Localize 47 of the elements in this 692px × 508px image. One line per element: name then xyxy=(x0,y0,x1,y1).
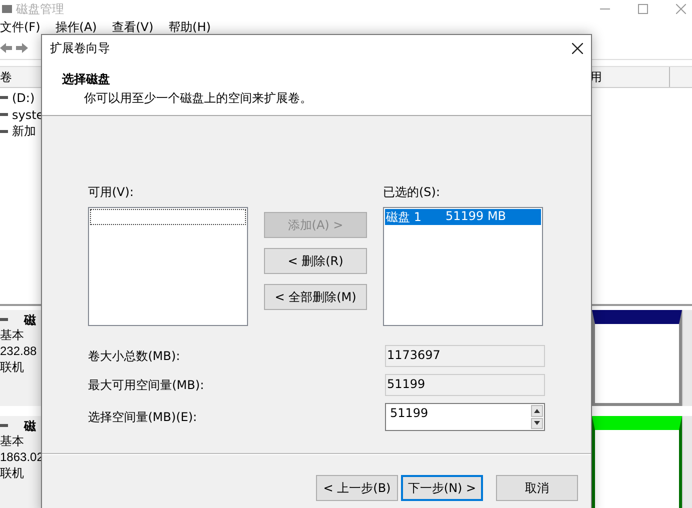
readonly-field: 1173697 xyxy=(385,345,545,367)
disk-size: 232.88 xyxy=(0,343,37,359)
forward-arrow-icon[interactable] xyxy=(14,42,28,54)
scrollbar[interactable] xyxy=(682,416,692,508)
menu-item[interactable]: 帮助(H) xyxy=(168,18,211,36)
back-button[interactable]: < 上一步(B) xyxy=(316,475,398,501)
up-arrow-icon[interactable] xyxy=(534,408,540,413)
field-label: 最大可用空间量(MB): xyxy=(88,376,205,394)
close-icon[interactable] xyxy=(572,42,583,54)
remove-button[interactable]: < 删除(R) xyxy=(264,248,367,274)
spin-field[interactable]: 51199 xyxy=(385,403,545,431)
disk-status: 联机 xyxy=(0,465,24,481)
drive-icon xyxy=(0,130,8,133)
drive-icon xyxy=(0,318,8,321)
maximize-icon[interactable] xyxy=(638,4,648,14)
drive-icon xyxy=(0,96,8,99)
volume-name: (D:) xyxy=(12,90,35,104)
field-label: 选择空间量(MB)(E): xyxy=(88,408,198,426)
cancel-button[interactable]: 取消 xyxy=(496,475,578,501)
disk-status: 联机 xyxy=(0,359,24,375)
menu-item[interactable]: 文件(F) xyxy=(0,18,40,36)
field-label: 卷大小总数(MB): xyxy=(88,348,181,364)
back-arrow-icon[interactable] xyxy=(0,42,12,54)
menu-item[interactable]: 查看(V) xyxy=(112,18,154,36)
partition-block[interactable] xyxy=(592,310,682,406)
readonly-field: 51199 xyxy=(385,374,545,396)
next-button[interactable]: 下一步(N) > xyxy=(401,475,483,501)
scrollbar[interactable] xyxy=(682,310,692,406)
drive-icon xyxy=(0,113,8,116)
page-heading: 选择磁盘 xyxy=(62,71,111,88)
disk-name: 磁 xyxy=(24,312,36,328)
volume-name: 新加 xyxy=(12,123,36,140)
list-label: 可用(V): xyxy=(88,184,135,201)
remove-all-button[interactable]: < 全部删除(M) xyxy=(264,284,367,310)
window-title: 磁盘管理 xyxy=(16,0,64,18)
available-list[interactable] xyxy=(88,207,248,326)
selected-list[interactable]: 磁盘 1 51199 MB xyxy=(383,207,543,326)
list-item[interactable]: 磁盘 1 51199 MB xyxy=(385,209,541,225)
down-arrow-icon[interactable] xyxy=(534,421,540,426)
disk-name: 磁 xyxy=(24,418,36,434)
drive-icon xyxy=(0,424,8,427)
list-label: 已选的(S): xyxy=(383,184,442,201)
dialog-title: 扩展卷向导 xyxy=(50,40,110,56)
disk-type: 基本 xyxy=(0,433,24,449)
page-description: 你可以用至少一个磁盘上的空间来扩展卷。 xyxy=(83,90,313,107)
disk-type: 基本 xyxy=(0,327,24,343)
menu-item[interactable]: 操作(A) xyxy=(55,18,97,36)
